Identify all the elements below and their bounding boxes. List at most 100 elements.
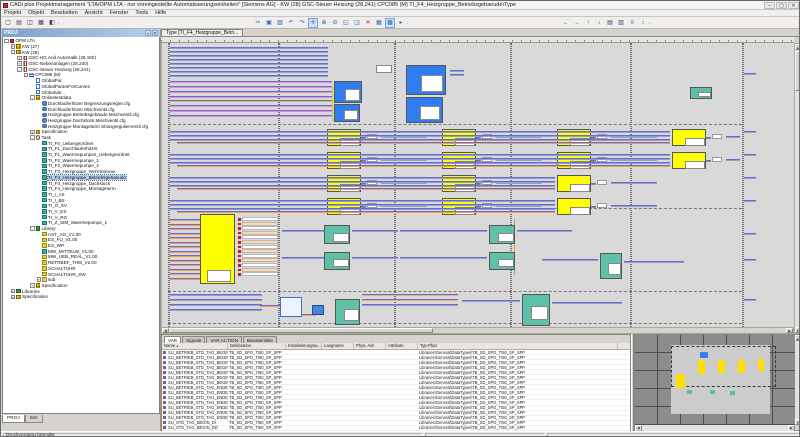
close-button[interactable]: ✕ <box>788 2 799 9</box>
pointer-icon[interactable]: ▸ <box>396 18 406 28</box>
column-header-typ-pfad[interactable]: Typ-Pfad <box>418 343 618 349</box>
paste-icon[interactable]: ▧ <box>275 18 285 28</box>
function-block-teal[interactable] <box>489 252 515 270</box>
scroll-up-icon[interactable]: ▲ <box>795 335 800 341</box>
collapse-icon[interactable]: - <box>24 73 29 78</box>
maximize-button[interactable]: ▢ <box>776 2 787 9</box>
menu-tools[interactable]: Tools <box>135 10 148 16</box>
collapse-icon[interactable]: - <box>11 50 16 55</box>
expand-icon[interactable]: + <box>17 56 22 61</box>
panel-tab-proj[interactable]: PROJ <box>2 415 25 423</box>
menu-ansicht[interactable]: Ansicht <box>85 10 103 16</box>
function-block-yellow[interactable] <box>672 152 706 169</box>
arrow-down-icon[interactable]: ↓ <box>594 18 604 28</box>
expand-icon[interactable]: + <box>17 61 22 66</box>
collapse-icon[interactable]: - <box>30 95 35 100</box>
new-icon[interactable]: ▢ <box>3 18 13 28</box>
arrow-right-icon[interactable]: → <box>572 18 582 28</box>
expand-icon[interactable]: + <box>30 283 35 288</box>
function-block-yellow-large[interactable] <box>200 214 235 284</box>
function-block-teal[interactable] <box>324 225 350 244</box>
minimize-button[interactable]: – <box>764 2 775 9</box>
expand-icon[interactable]: + <box>30 130 35 135</box>
zoom-region-icon[interactable]: ◲ <box>352 18 362 28</box>
zoom-in-icon[interactable]: ⊕ <box>319 18 329 28</box>
collapse-icon[interactable]: - <box>17 67 22 72</box>
scroll-down-icon[interactable]: ▼ <box>795 327 800 333</box>
function-block-teal[interactable] <box>600 253 622 279</box>
cfc-diagram-canvas[interactable] <box>161 43 794 327</box>
table-view-icon[interactable]: ▤ <box>605 18 615 28</box>
collapse-icon[interactable]: - <box>30 226 35 231</box>
scroll-left-icon[interactable]: ◀ <box>162 328 169 333</box>
editor-tab-type[interactable]: Type [TI_F4_Heizgruppe_Betri... <box>161 29 243 36</box>
scrollbar-thumb[interactable] <box>795 51 800 91</box>
close-icon[interactable]: ✕ <box>152 30 158 36</box>
table-row[interactable]: SU_STD_TAG_BEGIN_DOTB_SD_SPO_TI50_SP_SPP… <box>162 426 630 431</box>
cut-icon[interactable]: ✂ <box>253 18 263 28</box>
collapse-icon[interactable]: - <box>30 135 35 140</box>
table-tab-signale[interactable]: Signale <box>182 336 205 343</box>
function-block-yellow[interactable] <box>557 198 591 215</box>
collapse-icon[interactable]: - <box>4 39 9 44</box>
minimap-view[interactable] <box>635 335 795 425</box>
copy-project-icon[interactable]: ◫ <box>25 18 35 28</box>
arrow-up-icon[interactable]: ↑ <box>583 18 593 28</box>
overview-icon[interactable]: ▩ <box>385 18 395 28</box>
scroll-down-icon[interactable]: ▼ <box>795 419 800 425</box>
column-header-attribute[interactable]: Attribute <box>386 343 418 349</box>
expand-icon[interactable]: + <box>11 289 16 294</box>
undo-icon[interactable]: ↶ <box>286 18 296 28</box>
menu-hilfe[interactable]: Hilfe <box>155 10 166 16</box>
expand-icon[interactable]: + <box>37 277 42 282</box>
tree-item[interactable]: +Specification <box>3 294 159 300</box>
function-block-teal[interactable] <box>690 87 712 99</box>
redo-icon[interactable]: ↷ <box>297 18 307 28</box>
panel-tab-ssi[interactable]: SSI <box>25 415 43 423</box>
table-tab-bausteinliste[interactable]: Bausteinliste <box>243 336 277 343</box>
column-header-phys-adr-[interactable]: Phys. Adr. <box>354 343 386 349</box>
column-header-initialisierungsw-[interactable]: Initialisierungsw... <box>286 343 322 349</box>
function-block-yellow[interactable] <box>672 129 706 146</box>
copy-icon[interactable]: ▣ <box>264 18 274 28</box>
expand-icon[interactable]: + <box>11 295 16 300</box>
open-icon[interactable]: ▤ <box>14 18 24 28</box>
function-block-teal[interactable] <box>335 299 360 325</box>
function-block-teal[interactable] <box>489 225 515 244</box>
connect-mode-icon[interactable]: ✛ <box>308 18 318 28</box>
menu-objekt[interactable]: Objekt <box>28 10 44 16</box>
save-icon[interactable]: ▦ <box>36 18 46 28</box>
table-tab-var[interactable]: VAR <box>164 336 181 343</box>
canvas-vertical-scrollbar[interactable]: ▲ ▼ <box>794 43 800 334</box>
sort-icon[interactable]: ↕ <box>638 18 648 28</box>
function-block-blue[interactable] <box>406 97 443 123</box>
menu-bearbeiten[interactable]: Bearbeiten <box>51 10 78 16</box>
function-block-blue[interactable] <box>406 65 446 95</box>
zoom-out-icon[interactable]: ⊖ <box>330 18 340 28</box>
window-layout-icon[interactable]: ◧ <box>47 18 57 28</box>
canvas-horizontal-scrollbar[interactable]: ◀ ▶ <box>161 327 794 334</box>
column-header-name[interactable]: Name ▴ <box>162 343 228 349</box>
table-tab-var-action[interactable]: VAR ACTION <box>206 336 241 343</box>
scrollbar-thumb[interactable] <box>169 328 433 333</box>
scroll-right-icon[interactable]: ▶ <box>786 328 793 333</box>
scroll-up-icon[interactable]: ▲ <box>795 44 800 50</box>
column-view-icon[interactable]: ▥ <box>616 18 626 28</box>
menu-fenster[interactable]: Fenster <box>110 10 129 16</box>
minimap-vertical-scrollbar[interactable]: ▲ ▼ <box>795 335 800 425</box>
function-block-teal[interactable] <box>324 252 350 270</box>
toolbar-overflow-icon[interactable]: . <box>58 20 61 26</box>
column-header-langname[interactable]: Langname <box>322 343 354 349</box>
grid-icon[interactable]: ▦ <box>374 18 384 28</box>
toolbar-overflow-icon[interactable]: . <box>649 20 652 26</box>
function-block-blue[interactable] <box>334 104 360 122</box>
toolbar-overflow-icon[interactable]: . <box>407 20 410 26</box>
delete-icon[interactable]: ✕ <box>363 18 373 28</box>
function-block-teal[interactable] <box>522 294 550 326</box>
function-block-yellow[interactable] <box>557 175 591 192</box>
list-icon[interactable]: ≡ <box>627 18 637 28</box>
function-block-blue[interactable] <box>334 81 362 103</box>
menu-projekt[interactable]: Projekt <box>4 10 21 16</box>
arrow-left-icon[interactable]: ← <box>561 18 571 28</box>
pin-icon[interactable]: ▪ <box>145 30 151 36</box>
